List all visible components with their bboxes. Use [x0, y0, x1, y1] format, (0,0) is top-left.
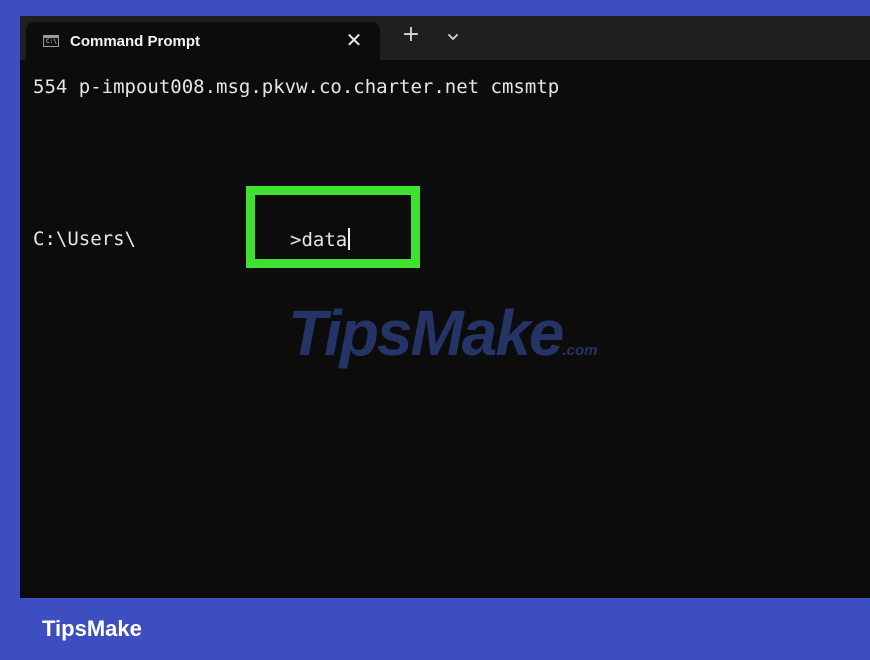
watermark-suffix: .com: [562, 342, 598, 359]
watermark-text: TipsMake: [288, 297, 564, 369]
terminal-window: C:\ Command Prompt ✕ + 554 p-impout008.m…: [20, 16, 870, 598]
terminal-output[interactable]: 554 p-impout008.msg.pkvw.co.charter.net …: [20, 60, 870, 598]
tab-command-prompt[interactable]: C:\ Command Prompt ✕: [26, 22, 380, 60]
close-icon[interactable]: ✕: [342, 28, 366, 52]
command-prompt-icon: C:\: [43, 35, 59, 47]
command-prompt-icon-text: C:\: [46, 38, 57, 45]
footer-bar: TipsMake: [0, 598, 870, 660]
tab-bar: C:\ Command Prompt ✕ +: [20, 16, 870, 60]
tab-title: Command Prompt: [70, 33, 201, 50]
output-line: 554 p-impout008.msg.pkvw.co.charter.net …: [33, 76, 560, 98]
footer-brand: TipsMake: [42, 616, 142, 641]
chevron-down-icon[interactable]: [444, 28, 462, 46]
watermark: TipsMake.com: [288, 296, 598, 370]
prompt-path: C:\Users\: [33, 228, 136, 250]
highlight-box: [246, 186, 420, 268]
plus-icon[interactable]: +: [400, 24, 422, 48]
